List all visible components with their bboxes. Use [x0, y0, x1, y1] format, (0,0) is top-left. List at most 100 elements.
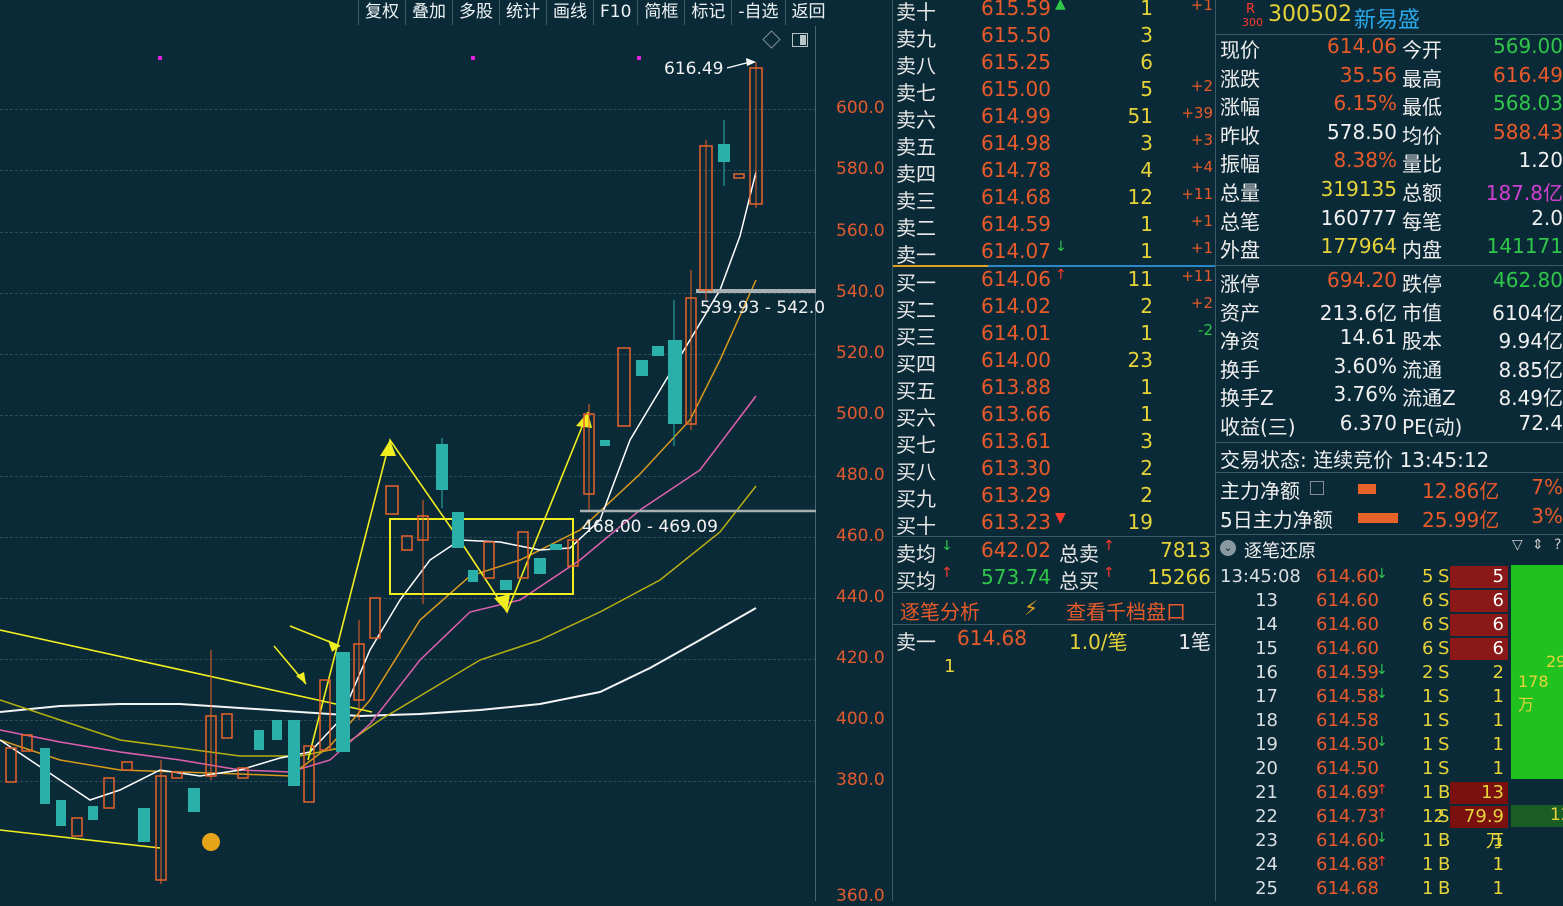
buy-level-row[interactable]: 买二 614.02 2 +2: [893, 294, 1215, 322]
buy-level-row[interactable]: 买八 613.30 2: [893, 456, 1215, 484]
level-price: 613.88: [981, 375, 1051, 399]
axis-label: 540.0: [836, 282, 885, 302]
tick-row[interactable]: 25 614.68 1 B 1: [1216, 878, 1563, 902]
tick-price: 614.60: [1316, 830, 1379, 851]
divider: [893, 536, 1215, 537]
sell-level-row[interactable]: 卖八 615.25 6: [893, 50, 1215, 78]
tick-amount-cell: 6: [1450, 614, 1508, 636]
level-volume: 1: [1140, 321, 1153, 345]
sort-icon[interactable]: ⇕: [1532, 537, 1544, 553]
quote-value: 8.38%: [1333, 148, 1397, 173]
level-volume: 23: [1127, 348, 1153, 372]
axis-label: 420.0: [836, 648, 885, 668]
level-label: 卖七: [896, 81, 936, 105]
level-volume: 4: [1140, 158, 1153, 182]
sell-level-row[interactable]: 卖七 615.00 5 +2: [893, 77, 1215, 105]
level-price: 614.59: [981, 212, 1051, 236]
divider: [893, 592, 1215, 593]
sell-level-row[interactable]: 卖九 615.50 3: [893, 23, 1215, 51]
arrow-up-icon: ↑: [1103, 538, 1115, 554]
capital-label: 5日主力净额: [1220, 508, 1333, 532]
candles: [5, 67, 763, 881]
sell-level-row[interactable]: 卖六 614.99 51 +39: [893, 104, 1215, 132]
ticks-title: 逐笔还原: [1244, 541, 1316, 562]
axis-label: 520.0: [836, 343, 885, 363]
capital-bar: [1358, 484, 1376, 494]
avg-sell-row: 卖均 ↓ 642.02 总卖 ↑ 7813: [893, 538, 1215, 566]
tick-volume: 1: [1422, 878, 1434, 899]
buy-level-row[interactable]: 买七 613.61 3: [893, 429, 1215, 457]
wicks: [160, 62, 757, 884]
trade-status: 交易状态: 连续竞价 13:45:12: [1220, 448, 1490, 472]
tick-row[interactable]: 24 614.68 ↑ 1 B 1: [1216, 854, 1563, 878]
sell-level-row[interactable]: 卖一 614.07 ↓ 1 +1: [893, 239, 1215, 267]
quote-row: 资产 213.6亿 市值 6104亿: [1216, 297, 1563, 325]
buy-level-row[interactable]: 买一 614.06 ↑ 11 +11: [893, 267, 1215, 295]
tick-side: S: [1438, 686, 1450, 707]
tick-time: 13:45:08: [1220, 566, 1301, 587]
buy-level-row[interactable]: 买四 614.00 23: [893, 348, 1215, 376]
level-arrow-icon: ▼: [1055, 510, 1066, 526]
tick-row[interactable]: 21 614.69 ↑ 1 B 13: [1216, 782, 1563, 806]
level-price: 615.50: [981, 23, 1051, 47]
quote-value: 8.85亿: [1498, 357, 1563, 382]
tab-depth-view[interactable]: 查看千档盘口: [1066, 596, 1186, 625]
filter-icon[interactable]: ▽: [1512, 537, 1523, 553]
tick-arrow-icon: ↓: [1376, 662, 1388, 678]
bar-row22-label: 12: [1550, 805, 1563, 825]
quote-value: 14.61: [1339, 325, 1397, 350]
quote-row: 涨停 694.20 跌停 462.80: [1216, 268, 1563, 296]
buy-level-row[interactable]: 买六 613.66 1: [893, 402, 1215, 430]
level-volume: 1: [1140, 375, 1153, 399]
level-volume: 3: [1140, 131, 1153, 155]
tick-price: 614.50: [1316, 758, 1379, 779]
tick-amount-cell: 1: [1492, 830, 1504, 851]
tab-trade-analysis[interactable]: 逐笔分析: [900, 596, 980, 625]
buy-level-row[interactable]: 买十 613.23 ▼ 19: [893, 510, 1215, 538]
tick-row[interactable]: 23 614.60 ↓ 1 B 1: [1216, 830, 1563, 854]
tick-amount-cell: 6: [1450, 638, 1508, 660]
sell-level-row[interactable]: 卖十 615.59 ▲ 1 +1: [893, 0, 1215, 24]
quote-value: 6.15%: [1333, 91, 1397, 116]
tick-amount-cell: 13: [1450, 782, 1508, 804]
kline-chart[interactable]: 复权 叠加 多股 统计 画线 F10 简框 标记 -自选 返回 600.0 58…: [0, 0, 892, 906]
help-icon[interactable]: ?: [1554, 537, 1561, 553]
sell-level-row[interactable]: 卖二 614.59 1 +1: [893, 212, 1215, 240]
buy-level-row[interactable]: 买九 613.29 2: [893, 483, 1215, 511]
quote-value: 187.8亿: [1485, 181, 1563, 205]
level-label: 买五: [896, 379, 936, 403]
quote-value: 694.20: [1327, 268, 1397, 292]
high-pointer: [726, 61, 751, 69]
capital-5d-row: 5日主力净额 25.99亿 3%: [1216, 504, 1563, 532]
total-buy-label: 总买: [1059, 569, 1099, 593]
sell-level-row[interactable]: 卖五 614.98 3 +3: [893, 131, 1215, 159]
level-price: 613.23: [981, 510, 1051, 534]
level-delta: +1: [1190, 212, 1213, 230]
buy-level-row[interactable]: 买三 614.01 1 -2: [893, 321, 1215, 349]
quote-value: 160777: [1320, 205, 1397, 230]
axis-label: 600.0: [836, 98, 885, 118]
quote-row: 涨幅 6.15% 最低 568.03: [1216, 91, 1563, 119]
quote-row: 收益(三) 6.370 PE(动) 72.4: [1216, 411, 1563, 439]
level-volume: 3: [1140, 429, 1153, 453]
quote-value: 614.06: [1327, 34, 1397, 58]
avg-buy-row: 买均 ↑ 573.74 总买 ↑ 15266: [893, 565, 1215, 593]
event-marker: [471, 56, 475, 60]
tick-time: 17: [1255, 686, 1278, 707]
quote-value: 462.80: [1493, 268, 1563, 292]
divider: [1216, 265, 1563, 266]
collapse-icon[interactable]: ⌄: [1220, 540, 1236, 556]
level-delta: +39: [1181, 104, 1213, 122]
detail-sub-value: 1: [944, 656, 956, 677]
list-icon[interactable]: [1310, 481, 1324, 495]
tick-side: S: [1438, 662, 1450, 683]
level-delta: +2: [1190, 77, 1213, 95]
tick-time: 22: [1255, 806, 1278, 827]
sell-level-row[interactable]: 卖四 614.78 4 +4: [893, 158, 1215, 186]
quote-value: 2.0: [1531, 205, 1563, 230]
tick-volume: 1: [1422, 854, 1434, 875]
quote-value: 3.76%: [1333, 382, 1397, 407]
buy-level-row[interactable]: 买五 613.88 1: [893, 375, 1215, 403]
sell-level-row[interactable]: 卖三 614.68 12 +11: [893, 185, 1215, 213]
level-label: 卖十: [896, 0, 936, 24]
